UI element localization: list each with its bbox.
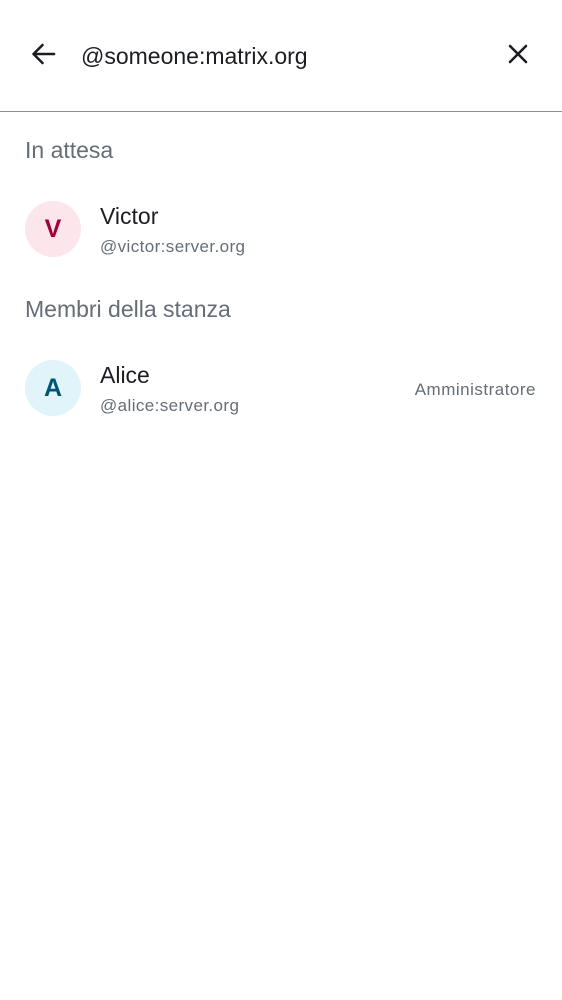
member-name: Alice bbox=[100, 362, 150, 388]
member-row-victor[interactable]: V Victor @victor:server.org bbox=[0, 191, 562, 267]
close-icon bbox=[507, 43, 529, 70]
search-input[interactable] bbox=[81, 36, 481, 76]
member-user-id: @victor:server.org bbox=[100, 237, 246, 256]
avatar: A bbox=[25, 360, 81, 416]
section-header-room-members: Membri della stanza bbox=[25, 296, 231, 322]
member-user-id: @alice:server.org bbox=[100, 396, 240, 415]
search-bar bbox=[0, 0, 562, 112]
back-button[interactable] bbox=[19, 32, 67, 80]
member-name: Victor bbox=[100, 203, 159, 229]
arrow-back-icon bbox=[30, 42, 56, 71]
avatar: V bbox=[25, 201, 81, 257]
section-header-pending: In attesa bbox=[25, 137, 114, 163]
member-row-alice[interactable]: A Alice @alice:server.org Amministratore bbox=[0, 350, 562, 426]
member-role-badge: Amministratore bbox=[414, 380, 536, 399]
clear-search-button[interactable] bbox=[494, 32, 542, 80]
